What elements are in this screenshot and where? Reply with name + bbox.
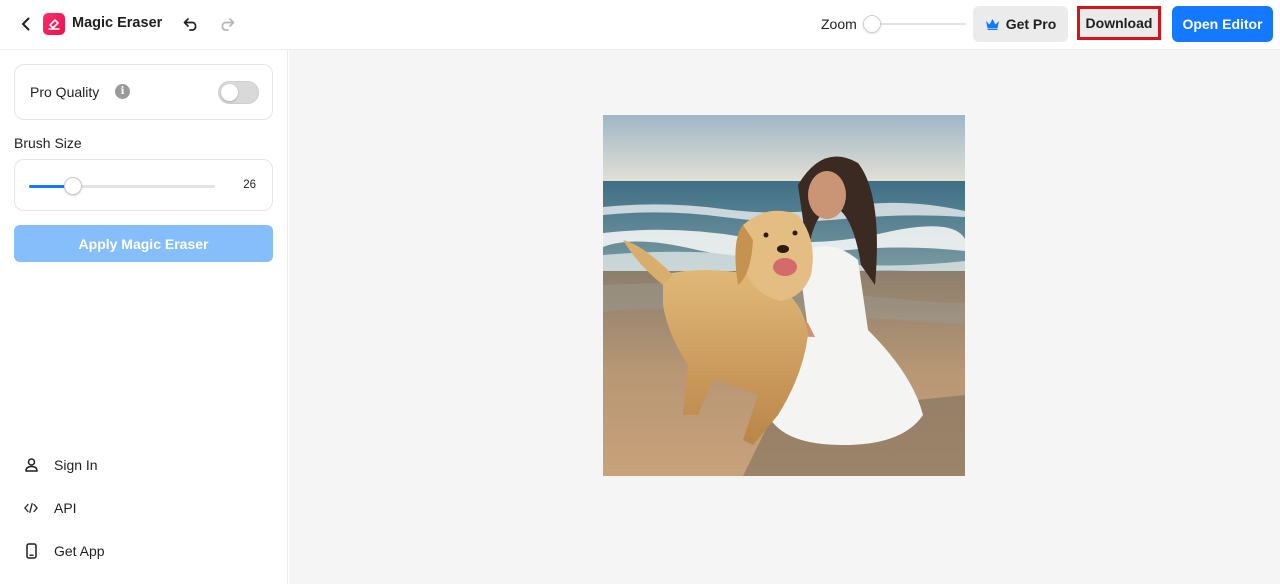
open-editor-button[interactable]: Open Editor: [1172, 6, 1273, 42]
photo-image[interactable]: [603, 115, 965, 476]
undo-icon: [183, 18, 197, 31]
undo-button[interactable]: [181, 14, 201, 34]
brush-size-title: Brush Size: [14, 135, 82, 151]
brush-thumb[interactable]: [64, 177, 82, 195]
app-logo: [43, 13, 65, 35]
get-pro-label: Get Pro: [1005, 16, 1057, 32]
pro-quality-label: Pro Quality: [30, 84, 100, 100]
brush-size-value: 26: [243, 179, 256, 191]
api-label: API: [54, 500, 77, 516]
get-pro-button[interactable]: Get Pro: [973, 6, 1068, 42]
user-icon: [24, 457, 38, 473]
beach-photo: [603, 115, 965, 476]
sidebar: Pro Quality i Brush Size 26 Apply Magic …: [0, 50, 288, 584]
phone-icon: [24, 543, 38, 559]
chevron-left-icon: [22, 17, 30, 31]
back-button[interactable]: [16, 13, 36, 35]
download-button[interactable]: Download: [1077, 6, 1161, 40]
eraser-logo-icon: [48, 19, 60, 30]
api-link[interactable]: API: [24, 497, 77, 519]
sign-in-label: Sign In: [54, 457, 98, 473]
zoom-track: [866, 23, 966, 25]
brush-size-card: 26: [14, 159, 273, 211]
zoom-thumb[interactable]: [863, 15, 881, 33]
zoom-label: Zoom: [821, 16, 857, 32]
get-app-link[interactable]: Get App: [24, 540, 105, 562]
top-bar: Magic Eraser Zoom Get Pro Download Open …: [0, 0, 1280, 50]
crown-icon: [985, 19, 999, 30]
zoom-slider[interactable]: [862, 14, 966, 34]
pro-quality-card: Pro Quality i: [14, 64, 273, 120]
info-icon[interactable]: i: [115, 84, 130, 99]
pro-quality-toggle[interactable]: [218, 81, 259, 104]
redo-icon: [221, 18, 235, 31]
sign-in-link[interactable]: Sign In: [24, 454, 98, 476]
code-icon: [24, 500, 38, 516]
get-app-label: Get App: [54, 543, 105, 559]
brush-size-slider[interactable]: [29, 176, 215, 196]
app-title: Magic Eraser: [72, 15, 163, 31]
redo-button[interactable]: [217, 14, 237, 34]
editor-canvas[interactable]: [289, 50, 1280, 584]
apply-magic-eraser-button[interactable]: Apply Magic Eraser: [14, 225, 273, 262]
toggle-knob: [221, 84, 238, 101]
